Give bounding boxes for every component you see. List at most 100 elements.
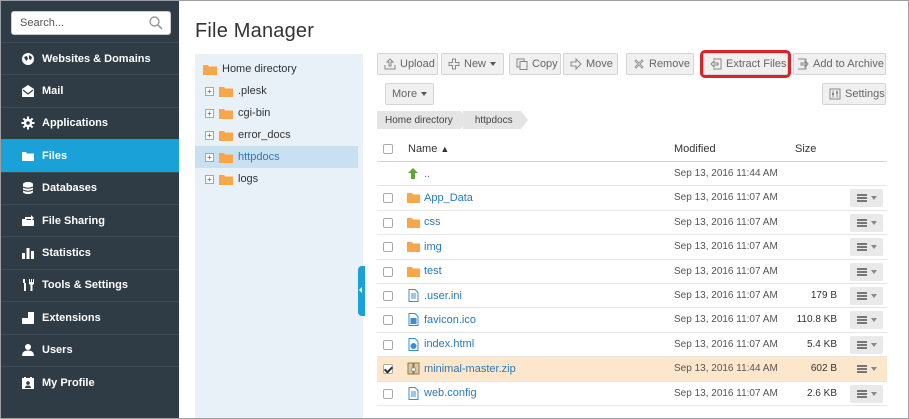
extract-files-button[interactable]: Extract Files — [700, 50, 791, 78]
menu-icon — [856, 194, 867, 203]
chevron-down-icon — [870, 196, 877, 201]
tree-item-cgi-bin[interactable]: + cgi-bin — [195, 102, 358, 124]
file-link[interactable]: App_Data — [407, 191, 473, 204]
row-checkbox[interactable] — [383, 242, 393, 253]
sidebar-item-websites-domains[interactable]: Websites & Domains — [1, 42, 179, 74]
file-link[interactable]: web.config — [407, 386, 477, 400]
file-link[interactable]: minimal-master.zip — [407, 362, 516, 375]
file-sharing-icon — [21, 214, 35, 228]
row-menu-button[interactable] — [850, 384, 883, 403]
new-button[interactable]: New — [441, 53, 504, 75]
table-row[interactable]: web.config Sep 13, 2016 11:07 AM 2.6 KB — [377, 382, 887, 406]
row-checkbox[interactable] — [383, 315, 393, 326]
row-checkbox[interactable] — [383, 291, 393, 301]
sidebar-item-statistics[interactable]: Statistics — [1, 236, 179, 268]
more-button[interactable]: More — [385, 83, 434, 105]
file-link[interactable]: favicon.ico — [407, 313, 476, 327]
row-menu-button[interactable] — [850, 311, 883, 330]
row-checkbox[interactable] — [383, 339, 393, 350]
expand-icon[interactable]: + — [205, 130, 214, 140]
row-menu-button[interactable] — [850, 262, 883, 281]
remove-button[interactable]: Remove — [626, 53, 694, 75]
row-checkbox[interactable] — [383, 266, 393, 277]
settings-button[interactable]: Settings — [822, 83, 886, 105]
sidebar-item-label: Applications — [42, 117, 109, 130]
breadcrumb-item-home[interactable]: Home directory — [377, 111, 468, 129]
sidebar-item-databases[interactable]: Databases — [1, 171, 179, 204]
table-row[interactable]: .user.ini Sep 13, 2016 11:07 AM 179 B — [377, 284, 887, 309]
collapse-panel-handle[interactable] — [358, 266, 365, 316]
file-link[interactable]: css — [407, 216, 441, 229]
expand-icon[interactable]: + — [205, 174, 214, 184]
row-checkbox[interactable] — [383, 193, 393, 204]
row-menu-button[interactable] — [850, 335, 883, 354]
sidebar-item-extensions[interactable]: Extensions — [1, 301, 179, 333]
sidebar-item-label: Databases — [42, 182, 98, 195]
file-link[interactable]: .user.ini — [407, 289, 462, 302]
row-menu-button[interactable] — [850, 238, 883, 257]
table-row[interactable]: test Sep 13, 2016 11:07 AM — [377, 260, 887, 284]
table-row[interactable]: .. Sep 13, 2016 11:44 AM — [377, 162, 887, 187]
sidebar-item-mail[interactable]: Mail — [1, 74, 179, 106]
modified-column-header[interactable]: Modified — [674, 143, 716, 155]
file-name: css — [424, 216, 441, 229]
table-row[interactable]: css Sep 13, 2016 11:07 AM — [377, 211, 887, 236]
tree-item-httpdocs[interactable]: + httpdocs — [195, 146, 358, 168]
sidebar-item-applications[interactable]: Applications — [1, 106, 179, 139]
table-row-selected[interactable]: minimal-master.zip Sep 13, 2016 11:44 AM… — [377, 357, 887, 382]
breadcrumb-item-httpdocs[interactable]: httpdocs — [462, 111, 528, 129]
file-name: .. — [424, 167, 431, 180]
file-link[interactable]: img — [407, 240, 442, 253]
sidebar-item-tools-settings[interactable]: Tools & Settings — [1, 268, 179, 301]
expand-icon[interactable]: + — [205, 86, 214, 96]
sidebar-item-my-profile[interactable]: My Profile — [1, 365, 179, 398]
row-menu-button[interactable] — [850, 213, 883, 232]
row-menu-button[interactable] — [850, 287, 883, 305]
table-row[interactable]: img Sep 13, 2016 11:07 AM — [377, 235, 887, 260]
move-button[interactable]: Move — [563, 53, 618, 75]
row-checkbox[interactable] — [383, 364, 393, 375]
row-menu-button[interactable] — [850, 189, 883, 208]
upload-label: Upload — [400, 58, 435, 70]
expand-icon[interactable]: + — [205, 152, 214, 162]
sidebar-item-label: Websites & Domains — [42, 52, 151, 65]
file-size: 179 B — [810, 290, 837, 301]
sidebar-item-file-sharing[interactable]: File Sharing — [1, 203, 179, 236]
sidebar-item-label: Extensions — [42, 311, 101, 324]
sidebar-item-files[interactable]: Files — [1, 139, 179, 172]
tree-item-plesk[interactable]: + .plesk — [195, 80, 358, 102]
file-link[interactable]: test — [407, 265, 442, 278]
add-to-archive-button[interactable]: Add to Archive — [793, 53, 886, 75]
copy-button[interactable]: Copy — [509, 53, 561, 75]
plus-icon — [448, 58, 460, 70]
row-checkbox[interactable] — [383, 388, 393, 399]
profile-icon — [21, 376, 35, 390]
size-column-header[interactable]: Size — [795, 143, 816, 155]
table-row[interactable]: App_Data Sep 13, 2016 11:07 AM — [377, 186, 887, 211]
upload-button[interactable]: Upload — [377, 53, 438, 75]
expand-icon[interactable]: + — [205, 108, 214, 118]
select-all-checkbox[interactable] — [383, 144, 393, 154]
sidebar-nav: Websites & Domains Mail Applications Fil… — [1, 42, 179, 398]
name-column-header[interactable]: Name ▲ — [408, 143, 449, 155]
row-menu-button[interactable] — [850, 360, 883, 378]
parent-directory-link[interactable]: .. — [407, 167, 430, 180]
more-label: More — [392, 88, 418, 100]
tree-item-error-docs[interactable]: + error_docs — [195, 124, 358, 146]
tree-item-logs[interactable]: + logs — [195, 168, 358, 190]
file-link[interactable]: index.html — [407, 337, 474, 351]
tree-item-home-directory[interactable]: Home directory — [195, 58, 358, 80]
table-row[interactable]: favicon.ico Sep 13, 2016 11:07 AM 110.8 … — [377, 308, 887, 333]
sidebar-item-users[interactable]: Users — [1, 333, 179, 366]
table-row[interactable]: index.html Sep 13, 2016 11:07 AM 5.4 KB — [377, 333, 887, 358]
folder-icon — [407, 266, 420, 277]
search-input[interactable] — [12, 12, 148, 34]
modified-date: Sep 13, 2016 11:44 AM — [674, 168, 778, 179]
sort-ascending-icon: ▲ — [440, 144, 450, 154]
row-checkbox[interactable] — [383, 217, 393, 228]
mail-icon — [21, 84, 35, 98]
database-icon — [21, 181, 35, 195]
sidebar-item-label: Mail — [42, 85, 64, 98]
search-box[interactable] — [11, 11, 171, 35]
search-icon[interactable] — [148, 15, 164, 31]
